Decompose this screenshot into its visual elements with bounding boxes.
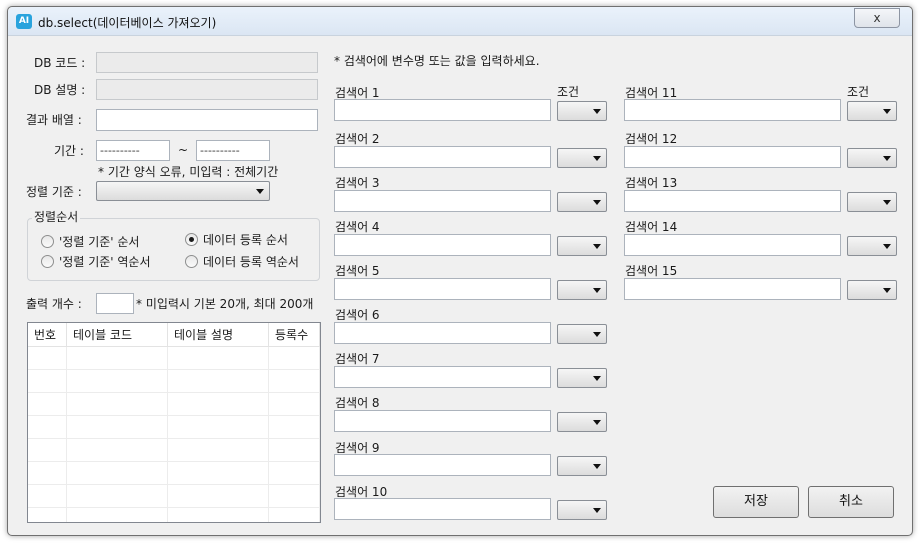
col-header-table-code[interactable]: 테이블 코드 xyxy=(66,323,168,347)
search-term-4-input[interactable] xyxy=(334,234,551,256)
search-term-10-condition[interactable] xyxy=(557,500,607,520)
col-header-table-desc[interactable]: 테이블 설명 xyxy=(167,323,269,347)
search-term-14-input[interactable] xyxy=(624,234,841,256)
period-label: 기간 : xyxy=(54,144,84,158)
search-term-8-input[interactable] xyxy=(334,410,551,432)
table-row xyxy=(28,484,320,508)
search-term-15-input[interactable] xyxy=(624,278,841,300)
period-end-input[interactable]: ----­-­--­-­-- xyxy=(196,140,270,161)
search-term-2-condition[interactable] xyxy=(557,148,607,168)
search-term-1-input[interactable] xyxy=(334,99,551,121)
search-term-1-condition[interactable] xyxy=(557,101,607,121)
search-term-13-input[interactable] xyxy=(624,190,841,212)
sort-label: 정렬 기준 : xyxy=(26,185,82,199)
search-term-14-label: 검색어 14 xyxy=(625,220,678,234)
search-term-5-label: 검색어 5 xyxy=(335,264,380,278)
period-start-input[interactable]: ----­-­--­-­-- xyxy=(96,140,170,161)
radio-reg-order-desc[interactable]: 데이터 등록 역순서 xyxy=(185,253,299,270)
condition-label-left: 조건 xyxy=(557,85,580,99)
table-row xyxy=(28,415,320,439)
search-term-2-label: 검색어 2 xyxy=(335,132,380,146)
search-term-5-input[interactable] xyxy=(334,278,551,300)
search-term-9-input[interactable] xyxy=(334,454,551,476)
search-term-7-label: 검색어 7 xyxy=(335,352,380,366)
title-bar: AI db.select(데이터베이스 가져오기) x xyxy=(8,7,912,36)
radio-reg-order-asc[interactable]: 데이터 등록 순서 xyxy=(185,231,288,248)
db-code-label: DB 코드 : xyxy=(34,56,86,70)
sort-dropdown[interactable] xyxy=(96,181,270,201)
search-term-4-label: 검색어 4 xyxy=(335,220,380,234)
search-term-6-label: 검색어 6 xyxy=(335,308,380,322)
radio-dot xyxy=(41,255,54,268)
search-term-8-condition[interactable] xyxy=(557,412,607,432)
result-array-label: 결과 배열 : xyxy=(26,113,82,127)
search-instruction: * 검색어에 변수명 또는 값을 입력하세요. xyxy=(334,54,540,68)
search-term-3-condition[interactable] xyxy=(557,192,607,212)
table-list[interactable]: 번호 테이블 코드 테이블 설명 등록수 xyxy=(27,322,321,523)
search-term-12-condition[interactable] xyxy=(847,148,897,168)
result-array-input[interactable] xyxy=(96,109,318,131)
search-term-10-input[interactable] xyxy=(334,498,551,520)
save-button[interactable]: 저장 xyxy=(713,486,799,518)
table-row xyxy=(28,392,320,416)
search-term-2-input[interactable] xyxy=(334,146,551,168)
app-icon: AI xyxy=(16,14,32,29)
cancel-button[interactable]: 취소 xyxy=(808,486,894,518)
period-tilde: ~ xyxy=(178,143,189,157)
search-term-9-condition[interactable] xyxy=(557,456,607,476)
search-term-7-input[interactable] xyxy=(334,366,551,388)
search-term-4-condition[interactable] xyxy=(557,236,607,256)
output-count-input[interactable] xyxy=(96,293,134,314)
search-term-12-input[interactable] xyxy=(624,146,841,168)
table-row xyxy=(28,369,320,393)
radio-sort-key-asc[interactable]: '정렬 기준' 순서 xyxy=(41,233,139,250)
table-row xyxy=(28,461,320,485)
window-title: db.select(데이터베이스 가져오기) xyxy=(38,16,217,30)
search-term-5-condition[interactable] xyxy=(557,280,607,300)
close-button[interactable]: x xyxy=(854,8,900,28)
db-desc-label: DB 설명 : xyxy=(34,83,86,97)
search-term-8-label: 검색어 8 xyxy=(335,396,380,410)
search-term-13-label: 검색어 13 xyxy=(625,176,678,190)
table-row xyxy=(28,438,320,462)
search-term-3-input[interactable] xyxy=(334,190,551,212)
col-header-number[interactable]: 번호 xyxy=(28,323,67,347)
radio-dot-selected xyxy=(185,233,198,246)
dialog-window: AI db.select(데이터베이스 가져오기) x DB 코드 : DB 설… xyxy=(7,6,913,536)
search-term-11-input[interactable] xyxy=(624,99,841,121)
search-term-11-condition[interactable] xyxy=(847,101,897,121)
db-code-field xyxy=(96,52,318,73)
col-header-count[interactable]: 등록수 xyxy=(268,323,320,347)
table-header-row: 번호 테이블 코드 테이블 설명 등록수 xyxy=(28,323,320,347)
search-term-3-label: 검색어 3 xyxy=(335,176,380,190)
table-row xyxy=(28,507,320,522)
condition-label-right: 조건 xyxy=(847,85,870,99)
search-term-14-condition[interactable] xyxy=(847,236,897,256)
search-term-7-condition[interactable] xyxy=(557,368,607,388)
search-term-12-label: 검색어 12 xyxy=(625,132,678,146)
table-row xyxy=(28,346,320,370)
period-note: * 기간 양식 오류, 미입력 : 전체기간 xyxy=(98,165,279,179)
search-term-15-label: 검색어 15 xyxy=(625,264,678,278)
output-count-label: 출력 개수 : xyxy=(26,297,82,311)
search-term-6-input[interactable] xyxy=(334,322,551,344)
radio-dot xyxy=(41,235,54,248)
search-term-6-condition[interactable] xyxy=(557,324,607,344)
output-count-note: * 미입력시 기본 20개, 최대 200개 xyxy=(136,297,314,311)
search-term-15-condition[interactable] xyxy=(847,280,897,300)
sort-order-title: 정렬순서 xyxy=(32,208,81,225)
search-term-13-condition[interactable] xyxy=(847,192,897,212)
radio-dot xyxy=(185,255,198,268)
radio-sort-key-desc[interactable]: '정렬 기준' 역순서 xyxy=(41,253,151,270)
db-desc-field xyxy=(96,79,318,100)
